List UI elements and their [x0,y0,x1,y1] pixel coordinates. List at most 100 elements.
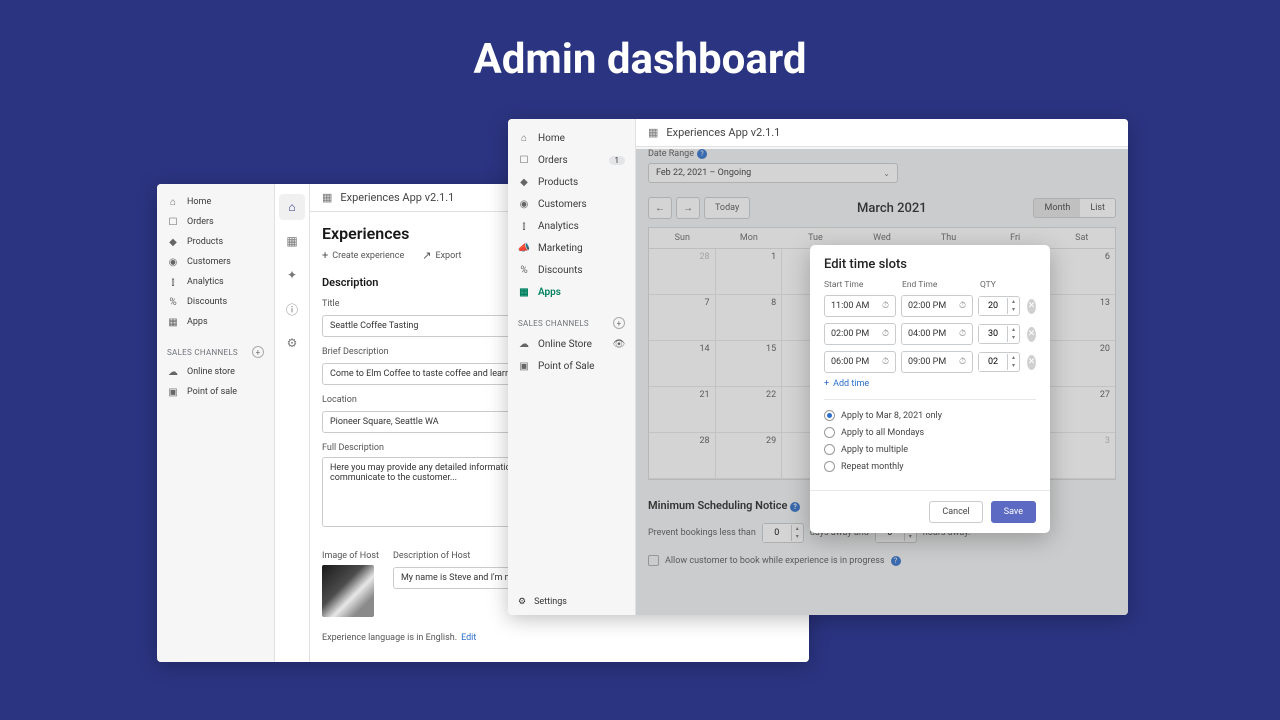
stepper-down-icon[interactable]: ▾ [1008,334,1019,342]
tab-bulb-icon[interactable]: ✦ [279,262,305,288]
apply-date-radio[interactable]: Apply to Mar 8, 2021 only [824,410,1036,421]
pos-icon: ▣ [518,360,530,372]
nav-pos[interactable]: ▣Point of sale [157,382,274,402]
qty-input[interactable]: ▴▾ [978,296,1020,316]
edit-time-slots-modal: Edit time slots Start Time End Time QTY … [810,245,1050,533]
clock-icon: ⏱ [959,301,966,311]
nav-label: Home [538,133,565,144]
nav-label: Home [187,197,211,207]
nav-label: Products [538,177,578,188]
sidebar: ⌂Home ☐Orders1 ◆ Products ◉Customers ⫾Ana… [508,119,636,615]
nav-products[interactable]: ◆ Products [508,171,635,193]
time-slot-row: 06:00 PM⏱09:00 PM⏱▴▾✕ [824,351,1036,373]
nav-apps[interactable]: ▦ Apps [157,312,274,332]
nav-label: Discounts [187,297,227,307]
create-experience-button[interactable]: +Create experience [322,249,404,262]
nav-marketing[interactable]: 📣Marketing [508,237,635,259]
nav-apps[interactable]: ▦Apps [508,281,635,303]
clock-icon: ⏱ [882,329,889,339]
stepper-up-icon[interactable]: ▴ [1008,354,1019,362]
host-img-label: Image of Host [322,551,379,561]
save-button[interactable]: Save [991,501,1036,523]
delete-slot-button[interactable]: ✕ [1027,299,1036,314]
end-time-input[interactable]: 09:00 PM⏱ [901,351,973,373]
nav-products[interactable]: ◆Products [157,232,274,252]
nav-online-store[interactable]: ☁ Online store [157,362,274,382]
add-channel-icon[interactable]: + [252,346,264,358]
page-title: Experiences [322,224,409,243]
tag-icon: ◆ [167,236,179,248]
nav-label: Analytics [538,221,579,232]
nav-home[interactable]: ⌂Home [508,127,635,149]
sales-channels-header: SALES CHANNELS+ [157,332,274,362]
topbar: ▦ Experiences App v2.1.1 [636,119,1128,147]
user-icon: ◉ [167,256,179,268]
stepper-down-icon[interactable]: ▾ [1008,306,1019,314]
nav-customers[interactable]: ◉Customers [157,252,274,272]
discount-icon: % [518,264,530,276]
nav-label: Point of Sale [538,361,594,372]
nav-analytics[interactable]: ⫾Analytics [157,272,274,292]
modal-title: Edit time slots [810,245,1050,280]
icon-tabs: ⌂ ▦ ✦ ⓘ ⚙ [275,184,310,662]
nav-online-store[interactable]: ☁ Online Store 👁 [508,333,635,355]
gear-icon: ⚙ [518,597,526,607]
app-title: Experiences App v2.1.1 [340,191,454,204]
stepper-up-icon[interactable]: ▴ [1008,298,1019,306]
export-icon: ↗ [422,249,431,262]
add-time-button[interactable]: +Add time [824,379,1036,389]
nav-label: Marketing [538,243,583,254]
start-time-input[interactable]: 11:00 AM⏱ [824,295,896,317]
edit-language-link[interactable]: Edit [461,633,476,643]
nav-label: Online Store [538,339,592,350]
home-icon: ⌂ [167,196,179,208]
end-time-input[interactable]: 02:00 PM⏱ [901,295,973,317]
delete-slot-button[interactable]: ✕ [1027,355,1036,370]
nav-label: Online store [187,367,235,377]
nav-settings[interactable]: ⚙Settings [518,597,567,607]
nav-label: Point of sale [187,387,237,397]
nav-customers[interactable]: ◉Customers [508,193,635,215]
tag-icon: ◆ [518,176,530,188]
apps-icon: ▦ [167,316,179,328]
apply-repeat-radio[interactable]: Repeat monthly [824,461,1036,472]
tab-grid-icon[interactable]: ▦ [279,228,305,254]
orders-icon: ☐ [518,154,530,166]
apply-multi-radio[interactable]: Apply to multiple [824,444,1036,455]
nav-home[interactable]: ⌂ Home [157,192,274,212]
nav-discounts[interactable]: % Discounts [508,259,635,281]
nav-label: Orders [187,217,214,227]
nav-orders[interactable]: ☐Orders1 [508,149,635,171]
start-time-input[interactable]: 06:00 PM⏱ [824,351,896,373]
start-time-input[interactable]: 02:00 PM⏱ [824,323,896,345]
nav-pos[interactable]: ▣ Point of Sale [508,355,635,377]
app-icon: ▦ [648,126,658,139]
host-image[interactable] [322,565,374,617]
tab-gear-icon[interactable]: ⚙ [279,330,305,356]
tab-info-icon[interactable]: ⓘ [279,296,305,322]
store-icon: ☁ [167,366,179,378]
end-time-input[interactable]: 04:00 PM⏱ [901,323,973,345]
cancel-button[interactable]: Cancel [929,501,982,523]
nav-orders[interactable]: ☐Orders [157,212,274,232]
nav-analytics[interactable]: ⫾Analytics [508,215,635,237]
time-slot-row: 11:00 AM⏱02:00 PM⏱▴▾✕ [824,295,1036,317]
export-button[interactable]: ↗Export [422,249,461,262]
qty-input[interactable]: ▴▾ [978,352,1020,372]
eye-icon[interactable]: 👁 [613,338,625,350]
store-icon: ☁ [518,338,530,350]
stepper-up-icon[interactable]: ▴ [1008,326,1019,334]
apply-all-radio[interactable]: Apply to all Mondays [824,427,1036,438]
clock-icon: ⏱ [882,301,889,311]
qty-input[interactable]: ▴▾ [978,324,1020,344]
nav-label: Discounts [538,265,583,276]
time-slot-row: 02:00 PM⏱04:00 PM⏱▴▾✕ [824,323,1036,345]
add-channel-icon[interactable]: + [613,317,625,329]
stepper-down-icon[interactable]: ▾ [1008,362,1019,370]
tab-home-icon[interactable]: ⌂ [279,194,305,220]
nav-label: Customers [538,199,587,210]
sales-channels-header: SALES CHANNELS+ [508,303,635,333]
nav-label: Apps [187,317,208,327]
nav-discounts[interactable]: %Discounts [157,292,274,312]
delete-slot-button[interactable]: ✕ [1027,327,1036,342]
